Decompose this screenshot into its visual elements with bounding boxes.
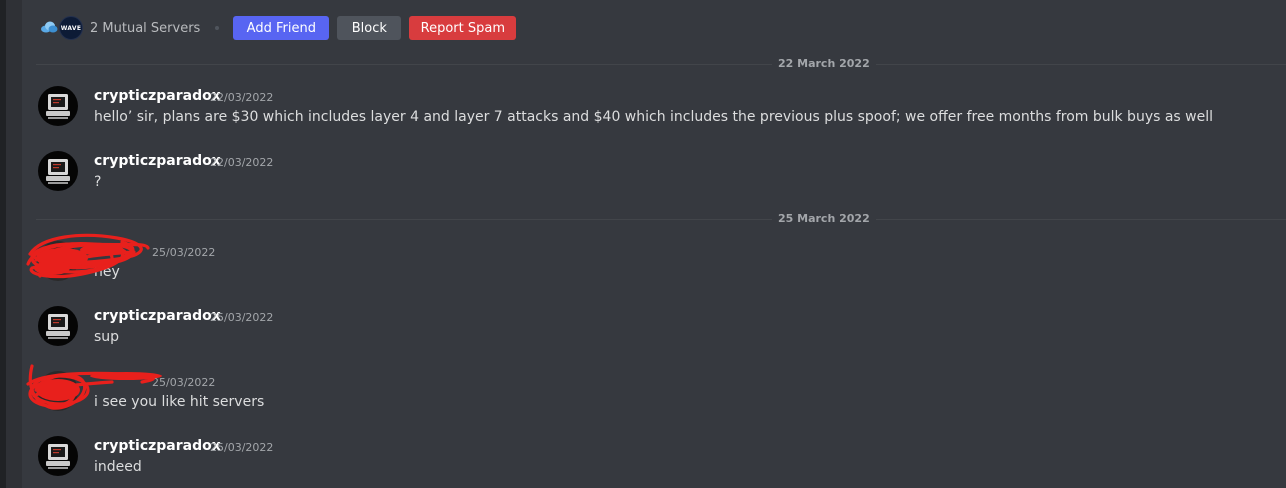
user-avatar[interactable] [38,151,78,191]
sidebar-scrollbar[interactable] [0,0,6,488]
profile-header: WAVE 2 Mutual Servers Add Friend Block R… [40,15,524,41]
block-button[interactable]: Block [337,16,402,40]
message: 25/03/2022 i see you like hit servers [38,371,1268,413]
computer-icon [46,314,70,339]
date-divider: 25 March 2022 [36,212,1286,226]
add-friend-button[interactable]: Add Friend [233,16,330,40]
user-avatar[interactable] [38,371,78,411]
report-spam-button[interactable]: Report Spam [409,16,517,40]
wave-server-icon: WAVE [59,16,83,40]
computer-icon [46,94,70,119]
wave-server-label: WAVE [60,24,82,32]
message: crypticzparadox 25/03/2022 indeed [38,436,1268,478]
mutual-servers-link[interactable]: 2 Mutual Servers [90,21,200,36]
message-timestamp: 25/03/2022 [210,441,274,454]
message-timestamp: 25/03/2022 [152,246,216,259]
computer-icon [46,159,70,184]
message-content: hey [94,264,120,280]
message-content: sup [94,329,120,345]
message: crypticzparadox 25/03/2022 sup [38,306,1268,348]
message-timestamp: 25/03/2022 [152,376,216,389]
separator-dot [215,26,220,30]
cloud-icon [41,21,58,33]
message-author[interactable]: crypticzparadox [94,308,221,324]
message-author[interactable]: crypticzparadox [94,153,221,169]
date-divider-label: 25 March 2022 [772,212,876,226]
computer-icon [46,444,70,469]
date-divider: 22 March 2022 [36,57,1286,71]
date-divider-label: 22 March 2022 [772,57,876,71]
message-author[interactable]: crypticzparadox [94,438,221,454]
user-avatar[interactable] [38,306,78,346]
message-content: hello’ sir, plans are $30 which includes… [94,109,1214,125]
message: 25/03/2022 hey [38,241,1268,283]
app-window: WAVE 2 Mutual Servers Add Friend Block R… [0,0,1286,488]
user-avatar[interactable] [38,86,78,126]
message-content: i see you like hit servers [94,394,265,410]
message-timestamp: 22/03/2022 [210,91,274,104]
user-avatar[interactable] [38,436,78,476]
message: crypticzparadox 22/03/2022 hello’ sir, p… [38,86,1268,128]
chat-pane: WAVE 2 Mutual Servers Add Friend Block R… [22,0,1286,488]
message-content: ? [94,174,102,190]
mutual-server-icons[interactable]: WAVE [40,15,84,41]
message-content: indeed [94,459,142,475]
message-author[interactable]: crypticzparadox [94,88,221,104]
channel-sidebar-edge [0,0,22,488]
message-timestamp: 25/03/2022 [210,311,274,324]
user-avatar[interactable] [38,241,78,281]
message-timestamp: 22/03/2022 [210,156,274,169]
message: crypticzparadox 22/03/2022 ? [38,151,1268,193]
